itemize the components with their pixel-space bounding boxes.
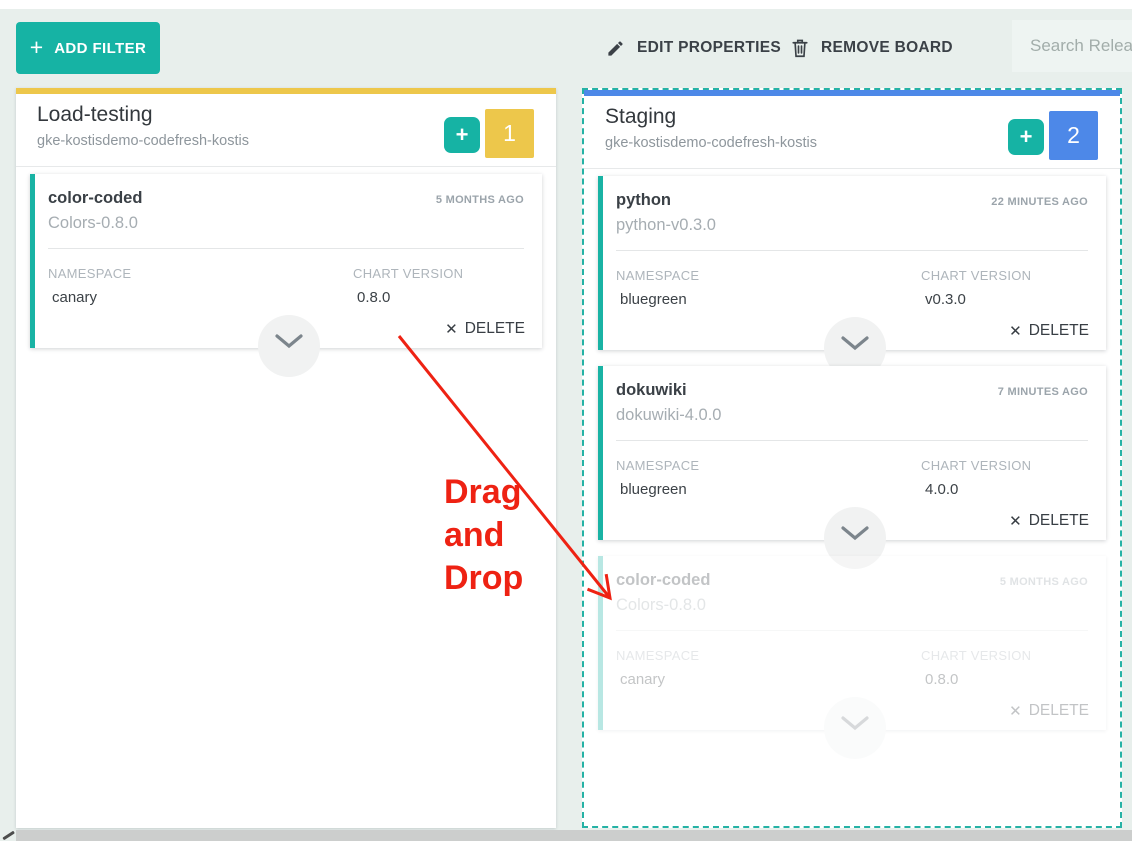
add-release-button[interactable]: + bbox=[1008, 119, 1044, 155]
release-age: 5 MONTHS AGO bbox=[1000, 576, 1088, 588]
release-name: dokuwiki bbox=[616, 381, 687, 400]
release-chart: dokuwiki-4.0.0 bbox=[616, 406, 1088, 425]
add-filter-label: ADD FILTER bbox=[54, 40, 146, 57]
cards-container: python 22 MINUTES AGO python-v0.3.0 NAME… bbox=[584, 169, 1120, 730]
trash-icon bbox=[791, 38, 809, 58]
chart-version-value: 0.8.0 bbox=[353, 289, 524, 306]
add-release-button[interactable]: + bbox=[444, 117, 480, 153]
divider bbox=[616, 250, 1088, 251]
chart-version-value: v0.3.0 bbox=[921, 291, 1088, 308]
namespace-label: NAMESPACE bbox=[48, 266, 353, 281]
release-name: color-coded bbox=[48, 189, 142, 208]
board-column-staging[interactable]: Staging gke-kostisdemo-codefresh-kostis … bbox=[582, 88, 1122, 828]
edit-properties-button[interactable]: EDIT PROPERTIES bbox=[606, 34, 781, 62]
chart-version-label: CHART VERSION bbox=[921, 268, 1088, 283]
delete-label: DELETE bbox=[1029, 322, 1089, 340]
chart-version-value: 4.0.0 bbox=[921, 481, 1088, 498]
chevron-down-icon bbox=[841, 716, 869, 731]
chart-version-value: 0.8.0 bbox=[921, 671, 1088, 688]
resize-corner-icon bbox=[2, 831, 14, 840]
namespace-value: bluegreen bbox=[616, 291, 921, 308]
plus-icon: + bbox=[30, 36, 43, 59]
close-icon: ✕ bbox=[1009, 702, 1022, 720]
divider bbox=[616, 440, 1088, 441]
release-count: 1 bbox=[503, 120, 516, 147]
top-strip bbox=[0, 0, 1132, 9]
release-name: color-coded bbox=[616, 571, 710, 590]
namespace-label: NAMESPACE bbox=[616, 648, 921, 663]
namespace-label: NAMESPACE bbox=[616, 458, 921, 473]
chart-version-label: CHART VERSION bbox=[921, 648, 1088, 663]
release-card[interactable]: color-coded 5 MONTHS AGO Colors-0.8.0 NA… bbox=[30, 174, 542, 348]
namespace-value: canary bbox=[48, 289, 353, 306]
plus-icon: + bbox=[1020, 124, 1033, 149]
horizontal-scrollbar[interactable] bbox=[16, 830, 1132, 841]
release-age: 7 MINUTES AGO bbox=[998, 386, 1088, 398]
add-filter-button[interactable]: + ADD FILTER bbox=[16, 22, 160, 74]
release-count-badge: 2 bbox=[1049, 111, 1098, 160]
column-header: Load-testing gke-kostisdemo-codefresh-ko… bbox=[16, 94, 556, 167]
delete-button[interactable]: ✕ DELETE bbox=[1009, 512, 1089, 530]
chart-version-label: CHART VERSION bbox=[921, 458, 1088, 473]
divider bbox=[616, 630, 1088, 631]
chevron-down-icon bbox=[275, 334, 303, 349]
release-count: 2 bbox=[1067, 122, 1080, 149]
release-chart: python-v0.3.0 bbox=[616, 216, 1088, 235]
close-icon: ✕ bbox=[1009, 512, 1022, 530]
delete-label: DELETE bbox=[1029, 512, 1089, 530]
release-chart: Colors-0.8.0 bbox=[616, 596, 1088, 615]
plus-icon: + bbox=[456, 122, 469, 147]
expand-button[interactable] bbox=[258, 315, 320, 377]
delete-button: ✕ DELETE bbox=[1009, 702, 1089, 720]
expand-button bbox=[824, 697, 886, 759]
chevron-down-icon bbox=[841, 526, 869, 541]
release-count-badge: 1 bbox=[485, 109, 534, 158]
column-header: Staging gke-kostisdemo-codefresh-kostis … bbox=[584, 96, 1120, 169]
release-age: 22 MINUTES AGO bbox=[991, 196, 1088, 208]
delete-button[interactable]: ✕ DELETE bbox=[1009, 322, 1089, 340]
divider bbox=[48, 248, 524, 249]
namespace-value: canary bbox=[616, 671, 921, 688]
remove-board-button[interactable]: REMOVE BOARD bbox=[791, 34, 953, 62]
board-column-load-testing[interactable]: Load-testing gke-kostisdemo-codefresh-ko… bbox=[16, 88, 556, 828]
release-card-drag-ghost: color-coded 5 MONTHS AGO Colors-0.8.0 NA… bbox=[598, 556, 1106, 730]
close-icon: ✕ bbox=[1009, 322, 1022, 340]
namespace-label: NAMESPACE bbox=[616, 268, 921, 283]
release-name: python bbox=[616, 191, 671, 210]
pencil-icon bbox=[606, 39, 625, 58]
edit-properties-label: EDIT PROPERTIES bbox=[637, 39, 781, 57]
delete-button[interactable]: ✕ DELETE bbox=[445, 320, 525, 338]
release-card[interactable]: dokuwiki 7 MINUTES AGO dokuwiki-4.0.0 NA… bbox=[598, 366, 1106, 540]
release-chart: Colors-0.8.0 bbox=[48, 214, 524, 233]
search-releases-input[interactable] bbox=[1012, 20, 1132, 72]
release-card[interactable]: python 22 MINUTES AGO python-v0.3.0 NAME… bbox=[598, 176, 1106, 350]
cards-container: color-coded 5 MONTHS AGO Colors-0.8.0 NA… bbox=[16, 167, 556, 348]
chevron-down-icon bbox=[841, 336, 869, 351]
chart-version-label: CHART VERSION bbox=[353, 266, 524, 281]
namespace-value: bluegreen bbox=[616, 481, 921, 498]
delete-label: DELETE bbox=[1029, 702, 1089, 720]
close-icon: ✕ bbox=[445, 320, 458, 338]
delete-label: DELETE bbox=[465, 320, 525, 338]
remove-board-label: REMOVE BOARD bbox=[821, 39, 953, 57]
release-age: 5 MONTHS AGO bbox=[436, 194, 524, 206]
